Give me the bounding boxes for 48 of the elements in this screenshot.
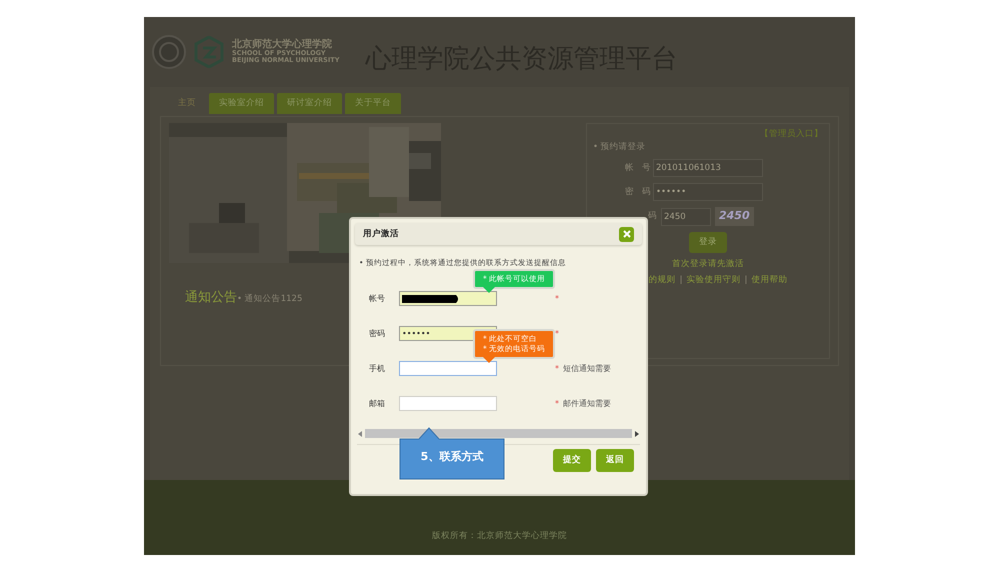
link-separator: |: [680, 274, 682, 287]
required-mark: *: [555, 328, 559, 340]
help-link[interactable]: 的规则: [648, 274, 676, 287]
nav-tab[interactable]: 研讨室介绍: [277, 93, 342, 114]
dialog-title: 用户激活: [363, 228, 399, 240]
seal-icon: [152, 35, 186, 69]
input-field[interactable]: ••••••: [653, 183, 763, 202]
field-label: 帐号: [368, 292, 386, 305]
close-icon: [622, 230, 630, 238]
field-note: 短信通知需要: [563, 362, 611, 375]
field-label: 密码: [368, 328, 386, 340]
input-field[interactable]: [399, 291, 497, 306]
submit-button[interactable]: 提交: [553, 449, 591, 472]
field-value: ••••••: [402, 328, 430, 340]
input-field[interactable]: 2450: [661, 208, 711, 226]
tooltip-pointer: [483, 357, 495, 364]
field-label: 码: [647, 210, 657, 223]
input-field[interactable]: [399, 361, 497, 376]
hexagon-logo-icon: [194, 36, 224, 68]
field-label: 手机: [368, 362, 386, 375]
help-link[interactable]: 实验使用守则: [686, 274, 740, 287]
link-separator: |: [744, 274, 748, 287]
required-mark: *: [555, 292, 559, 305]
logo-title: 北京师范大学心理学院: [232, 40, 333, 50]
callout-label: 5、联系方式: [399, 427, 505, 480]
activate-link[interactable]: 首次登录请先激活: [672, 258, 744, 268]
close-button[interactable]: [619, 226, 634, 242]
required-mark: *: [555, 362, 559, 375]
tooltip-pointer: [483, 287, 495, 294]
input-field[interactable]: [399, 396, 497, 412]
help-link[interactable]: 使用帮助: [751, 274, 788, 287]
field-label: 邮箱: [368, 398, 386, 410]
scrollbar[interactable]: [357, 429, 640, 438]
input-field[interactable]: 201011061013: [653, 159, 763, 178]
scroll-right-icon[interactable]: [634, 430, 640, 438]
nav-tab[interactable]: 关于平台: [345, 93, 401, 114]
back-button[interactable]: 返回: [596, 449, 634, 472]
login-button[interactable]: 登录: [689, 232, 727, 252]
scroll-left-icon[interactable]: [357, 430, 363, 438]
field-note: 邮件通知需要: [563, 398, 611, 410]
footer-text: 版权所有：北京师范大学心理学院: [432, 530, 567, 543]
nav-tab[interactable]: 实验室介绍: [209, 93, 274, 114]
notices-heading: 通知公告: [185, 288, 237, 307]
redaction-mark: [402, 294, 460, 304]
notice-link[interactable]: • 通知公告1125: [237, 292, 302, 306]
captcha-image: 2450: [715, 207, 754, 226]
required-mark: *: [555, 398, 559, 410]
login-heading: • 预约请登录: [593, 140, 647, 154]
